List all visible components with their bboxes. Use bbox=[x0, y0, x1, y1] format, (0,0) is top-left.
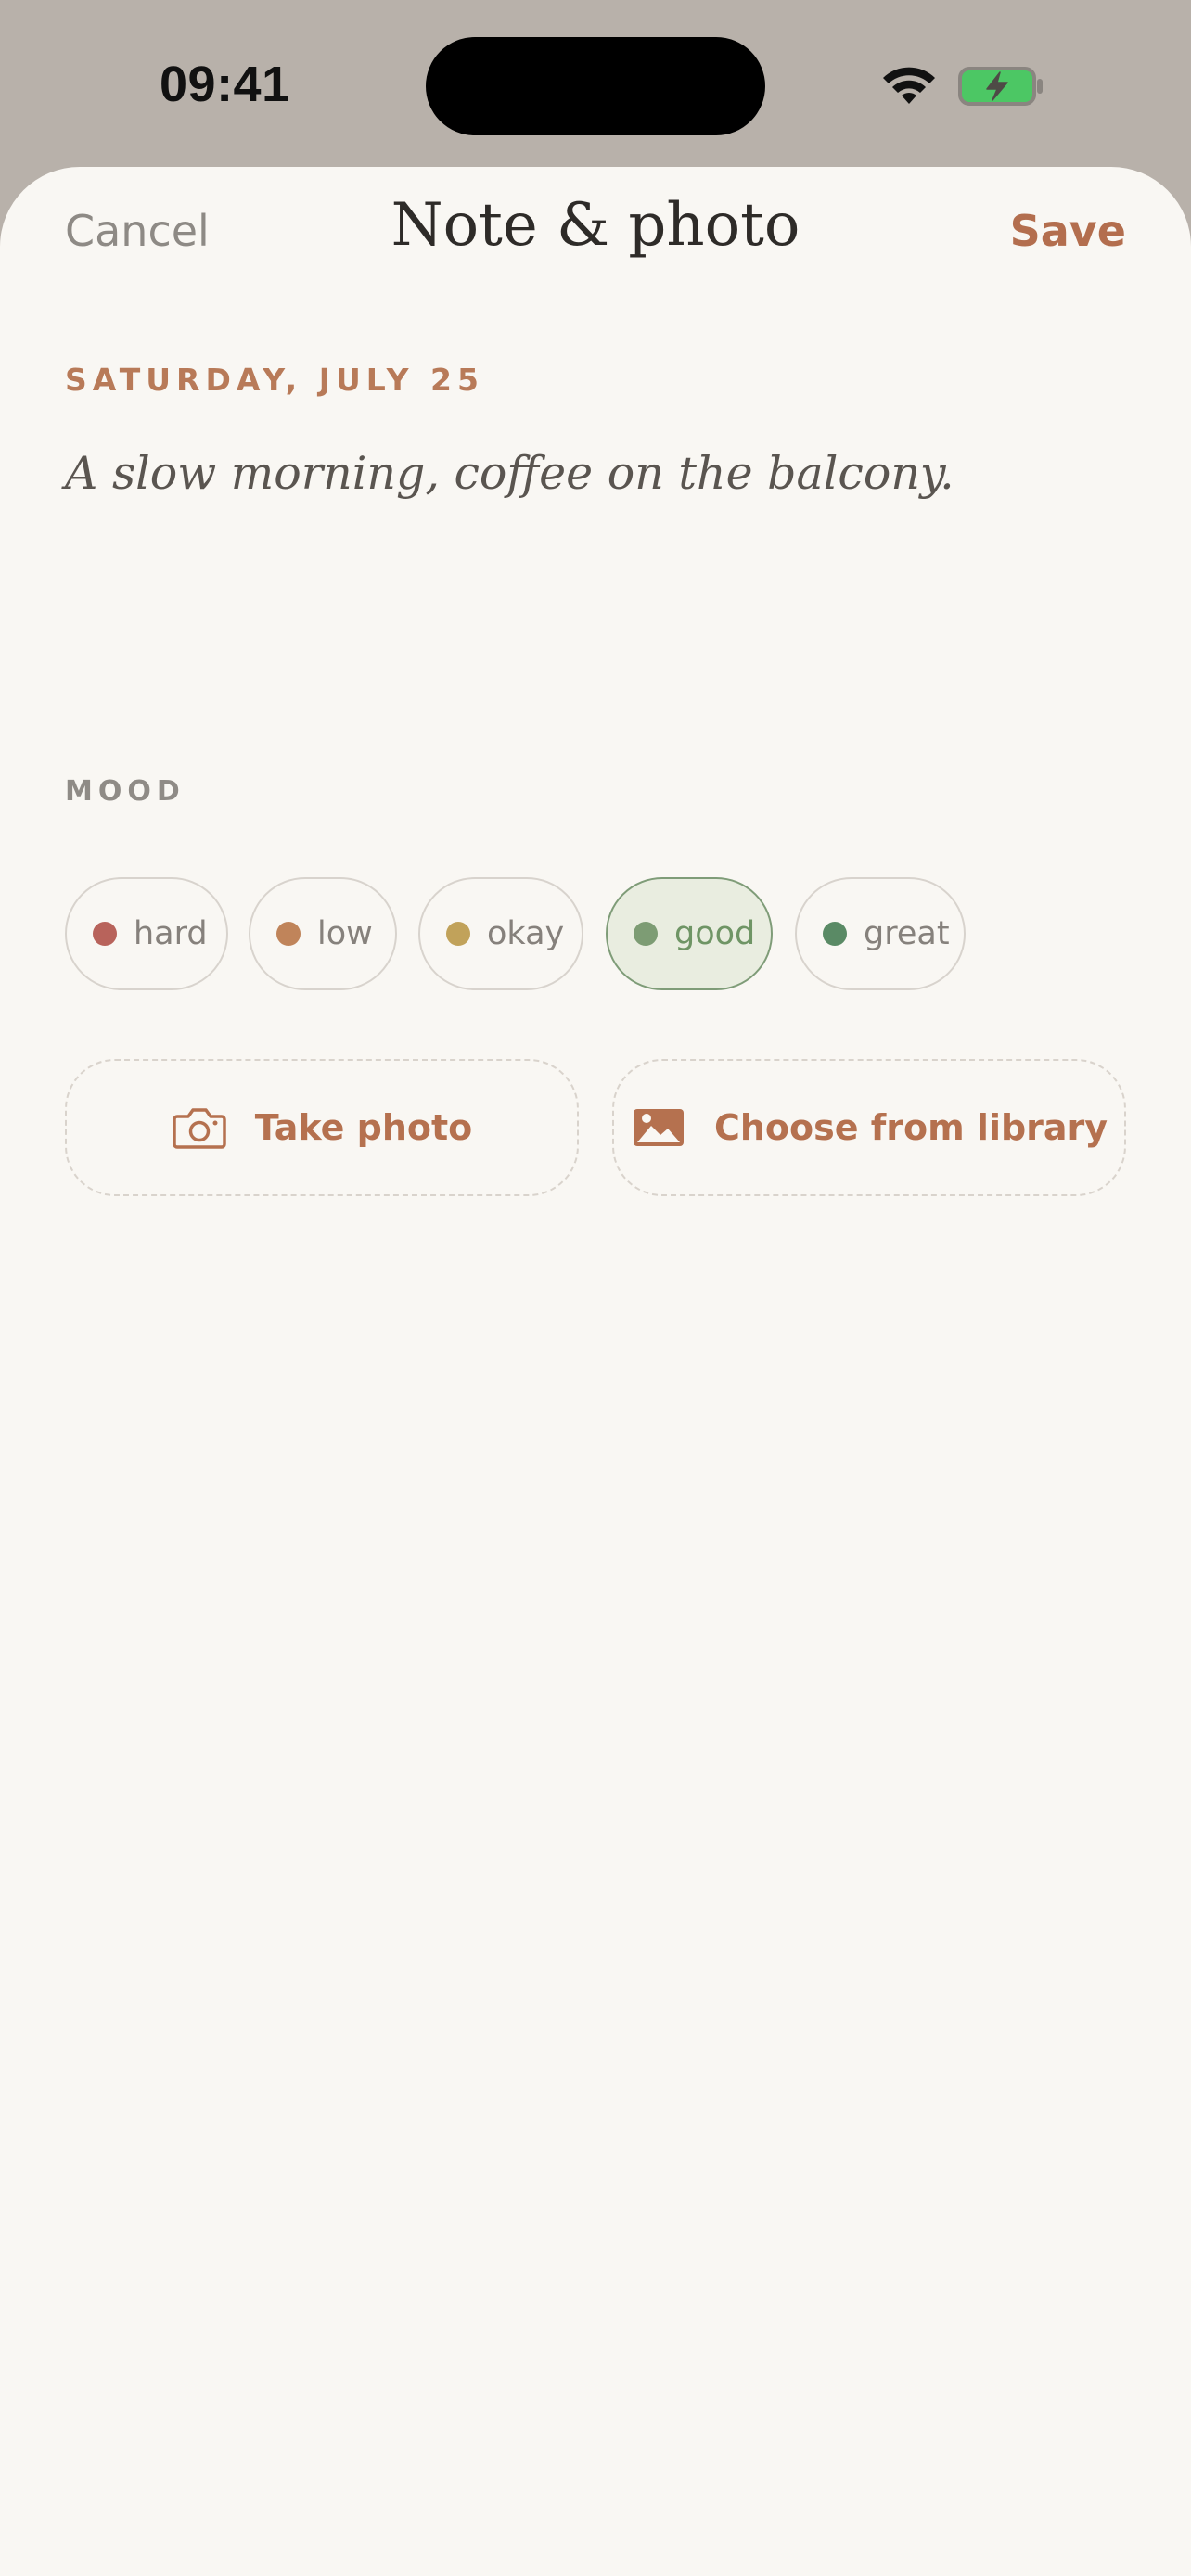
mood-dot-icon bbox=[823, 922, 847, 946]
mood-dot-icon bbox=[446, 922, 470, 946]
note-text-field[interactable]: A slow morning, coffee on the balcony. bbox=[65, 447, 1122, 651]
mood-dot-icon bbox=[276, 922, 301, 946]
battery-charging-icon bbox=[958, 67, 1043, 106]
save-button[interactable]: Save bbox=[1010, 206, 1126, 256]
dynamic-island bbox=[426, 37, 765, 135]
mood-dot-icon bbox=[634, 922, 658, 946]
status-bar: 09:41 bbox=[0, 0, 1191, 167]
nav-bar: Cancel Note & photo Save bbox=[0, 167, 1191, 306]
entry-date: SATURDAY, JULY 25 bbox=[65, 362, 484, 398]
mood-chip-label: low bbox=[317, 915, 373, 952]
mood-chip-okay[interactable]: okay bbox=[418, 877, 583, 990]
choose-from-library-button[interactable]: Choose from library bbox=[612, 1059, 1126, 1196]
mood-chip-label: okay bbox=[487, 915, 565, 952]
camera-icon bbox=[172, 1108, 226, 1149]
image-icon bbox=[633, 1109, 684, 1146]
status-time: 09:41 bbox=[160, 57, 290, 112]
mood-section-label: MOOD bbox=[65, 775, 186, 808]
note-sheet: Cancel Note & photo Save SATURDAY, JULY … bbox=[0, 167, 1191, 2576]
mood-chip-great[interactable]: great bbox=[795, 877, 966, 990]
mood-chip-label: great bbox=[864, 915, 950, 952]
mood-chip-low[interactable]: low bbox=[249, 877, 397, 990]
mood-chip-hard[interactable]: hard bbox=[65, 877, 228, 990]
mood-chip-label: good bbox=[674, 915, 756, 952]
mood-dot-icon bbox=[93, 922, 117, 946]
wifi-icon bbox=[883, 67, 935, 104]
choose-from-library-label: Choose from library bbox=[713, 1107, 1108, 1148]
mood-chip-label: hard bbox=[134, 915, 208, 952]
take-photo-button[interactable]: Take photo bbox=[65, 1059, 579, 1196]
mood-chip-good[interactable]: good bbox=[606, 877, 773, 990]
take-photo-label: Take photo bbox=[254, 1107, 473, 1148]
